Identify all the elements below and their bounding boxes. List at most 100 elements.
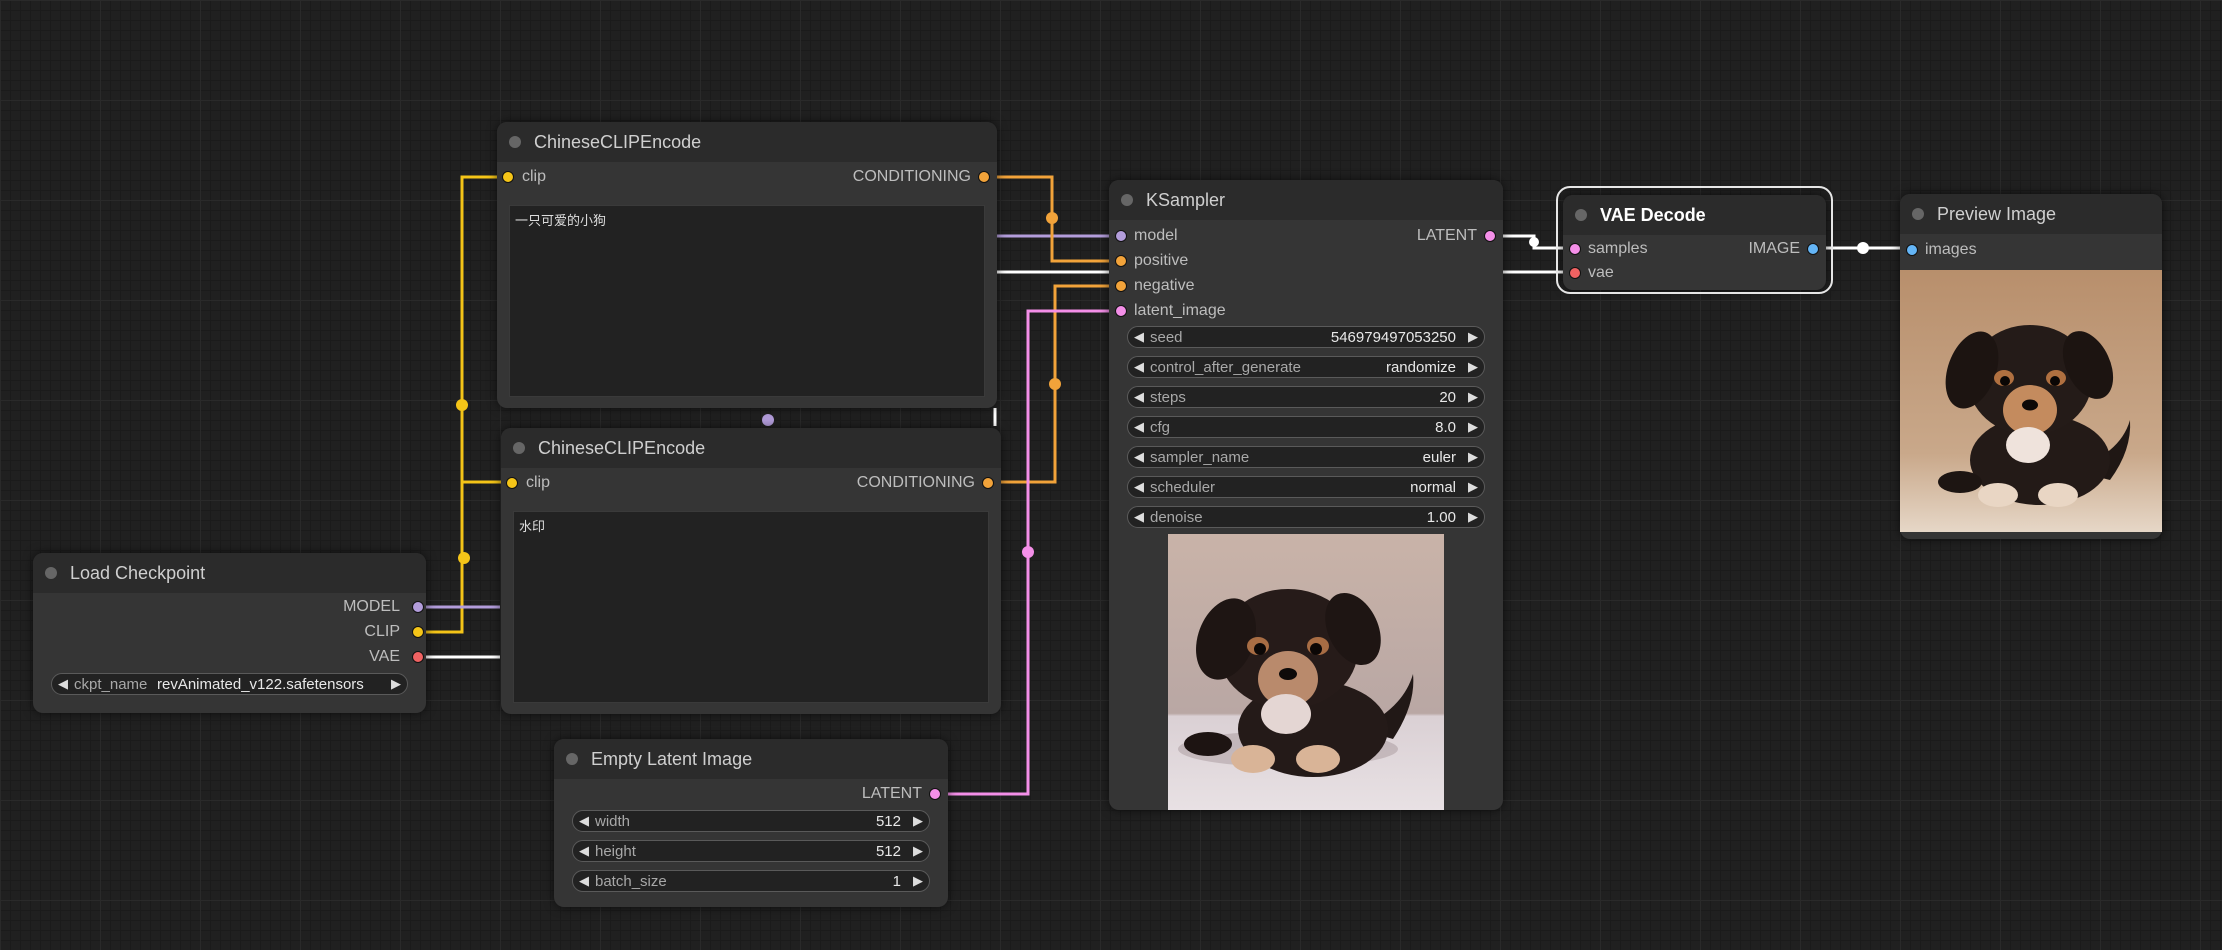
reroute-dot[interactable] (456, 399, 468, 411)
increment-arrow-icon[interactable]: ▶ (1468, 329, 1478, 345)
reroute-dot[interactable] (1049, 378, 1061, 390)
increment-arrow-icon[interactable]: ▶ (1468, 479, 1478, 495)
input-clip-label: clip (522, 168, 547, 185)
ksampler-node[interactable]: KSampler model positive negative latent_… (1109, 180, 1503, 810)
input-negative-pin[interactable] (1115, 280, 1127, 292)
widget-value: euler (1422, 449, 1456, 466)
output-clip-label: CLIP (364, 623, 400, 640)
output-conditioning-label: CONDITIONING (852, 168, 971, 185)
increment-arrow-icon[interactable]: ▶ (1468, 359, 1478, 375)
input-clip-pin[interactable] (502, 171, 514, 183)
scheduler-widget[interactable]: ◀ scheduler normal ▶ (1127, 476, 1485, 498)
node-header[interactable]: Preview Image (1900, 194, 2162, 234)
reroute-dot[interactable] (1022, 546, 1034, 558)
widget-value: randomize (1385, 359, 1456, 376)
width-widget[interactable]: ◀ width 512 ▶ (572, 810, 930, 832)
ckpt-name-combo[interactable]: ◀ ckpt_name revAnimated_v122.safetensors… (51, 673, 408, 695)
output-latent-pin[interactable] (929, 788, 941, 800)
decrement-arrow-icon[interactable]: ◀ (579, 843, 589, 859)
decrement-arrow-icon[interactable]: ◀ (1134, 419, 1144, 435)
input-model-pin[interactable] (1115, 230, 1127, 242)
denoise-widget[interactable]: ◀ denoise 1.00 ▶ (1127, 506, 1485, 528)
node-header[interactable]: ChineseCLIPEncode (501, 428, 1001, 468)
widget-value: 512 (875, 813, 901, 830)
output-latent-label: LATENT (861, 785, 922, 802)
widget-label: seed (1150, 329, 1183, 346)
decrement-arrow-icon[interactable]: ◀ (579, 873, 589, 889)
output-latent-pin[interactable] (1484, 230, 1496, 242)
increment-arrow-icon[interactable]: ▶ (913, 813, 923, 829)
input-positive-pin[interactable] (1115, 255, 1127, 267)
sampler-name-widget[interactable]: ◀ sampler_name euler ▶ (1127, 446, 1485, 468)
input-positive-label: positive (1134, 252, 1189, 269)
node-header[interactable]: Empty Latent Image (554, 739, 948, 779)
decrement-arrow-icon[interactable]: ◀ (1134, 479, 1144, 495)
input-model-label: model (1134, 227, 1178, 244)
widget-label: width (595, 813, 631, 830)
batch-size-widget[interactable]: ◀ batch_size 1 ▶ (572, 870, 930, 892)
node-header[interactable]: ChineseCLIPEncode (497, 122, 997, 162)
input-clip-pin[interactable] (506, 477, 518, 489)
increment-arrow-icon[interactable]: ▶ (1468, 449, 1478, 465)
decrement-arrow-icon[interactable]: ◀ (1134, 389, 1144, 405)
decrement-arrow-icon[interactable]: ◀ (1134, 329, 1144, 345)
widget-value: 20 (1439, 389, 1456, 406)
decrement-arrow-icon[interactable]: ◀ (1134, 509, 1144, 525)
node-header[interactable]: KSampler (1109, 180, 1503, 220)
output-conditioning-label: CONDITIONING (856, 474, 975, 491)
decrement-arrow-icon[interactable]: ◀ (58, 676, 68, 692)
collapse-dot-icon[interactable] (509, 136, 521, 148)
output-latent-label: LATENT (1416, 227, 1477, 244)
decrement-arrow-icon[interactable]: ◀ (1134, 449, 1144, 465)
node-title: ChineseCLIPEncode (538, 438, 706, 458)
clip-encode-negative-node[interactable]: ChineseCLIPEncode clip CONDITIONING 水印 (501, 428, 1001, 714)
increment-arrow-icon[interactable]: ▶ (1468, 389, 1478, 405)
widget-value: revAnimated_v122.safetensors (157, 676, 364, 693)
output-conditioning-pin[interactable] (978, 171, 990, 183)
output-model-label: MODEL (343, 598, 400, 615)
input-images-pin[interactable] (1906, 244, 1918, 256)
node-title: Preview Image (1937, 204, 2057, 224)
widget-value: 1 (892, 873, 901, 890)
output-preview-image[interactable] (1900, 270, 2162, 532)
prompt-textarea[interactable]: 水印 (513, 511, 989, 703)
decrement-arrow-icon[interactable]: ◀ (1134, 359, 1144, 375)
output-model-pin[interactable] (412, 601, 424, 613)
node-title: Load Checkpoint (70, 563, 206, 583)
widget-value: 512 (875, 843, 901, 860)
increment-arrow-icon[interactable]: ▶ (1468, 419, 1478, 435)
output-vae-pin[interactable] (412, 651, 424, 663)
preview-image-node[interactable]: Preview Image images (1900, 194, 2162, 539)
collapse-dot-icon[interactable] (1121, 194, 1133, 206)
collapse-dot-icon[interactable] (1912, 208, 1924, 220)
widget-label: batch_size (595, 873, 667, 890)
prompt-textarea[interactable]: 一只可爱的小狗 (509, 205, 985, 397)
node-header[interactable]: Load Checkpoint (33, 553, 426, 593)
increment-arrow-icon[interactable]: ▶ (391, 676, 401, 692)
output-conditioning-pin[interactable] (982, 477, 994, 489)
control-after-generate-widget[interactable]: ◀ control_after_generate randomize ▶ (1127, 356, 1485, 378)
height-widget[interactable]: ◀ height 512 ▶ (572, 840, 930, 862)
reroute-dot[interactable] (458, 552, 470, 564)
reroute-dot[interactable] (762, 414, 774, 426)
collapse-dot-icon[interactable] (513, 442, 525, 454)
collapse-dot-icon[interactable] (45, 567, 57, 579)
increment-arrow-icon[interactable]: ▶ (913, 843, 923, 859)
decrement-arrow-icon[interactable]: ◀ (579, 813, 589, 829)
cfg-widget[interactable]: ◀ cfg 8.0 ▶ (1127, 416, 1485, 438)
input-latent-image-pin[interactable] (1115, 305, 1127, 317)
seed-widget[interactable]: ◀ seed 546979497053250 ▶ (1127, 326, 1485, 348)
reroute-dot[interactable] (1046, 212, 1058, 224)
steps-widget[interactable]: ◀ steps 20 ▶ (1127, 386, 1485, 408)
empty-latent-image-node[interactable]: Empty Latent Image LATENT ◀ width 512 ▶ … (554, 739, 948, 907)
collapse-dot-icon[interactable] (566, 753, 578, 765)
increment-arrow-icon[interactable]: ▶ (913, 873, 923, 889)
node-title: ChineseCLIPEncode (534, 132, 702, 152)
output-clip-pin[interactable] (412, 626, 424, 638)
reroute-dot[interactable] (1529, 237, 1539, 247)
increment-arrow-icon[interactable]: ▶ (1468, 509, 1478, 525)
widget-label: steps (1150, 389, 1186, 406)
reroute-dot[interactable] (1857, 242, 1869, 254)
load-checkpoint-node[interactable]: Load Checkpoint MODEL CLIP VAE ◀ ckpt_na… (33, 553, 426, 713)
clip-encode-positive-node[interactable]: ChineseCLIPEncode clip CONDITIONING 一只可爱… (497, 122, 997, 408)
